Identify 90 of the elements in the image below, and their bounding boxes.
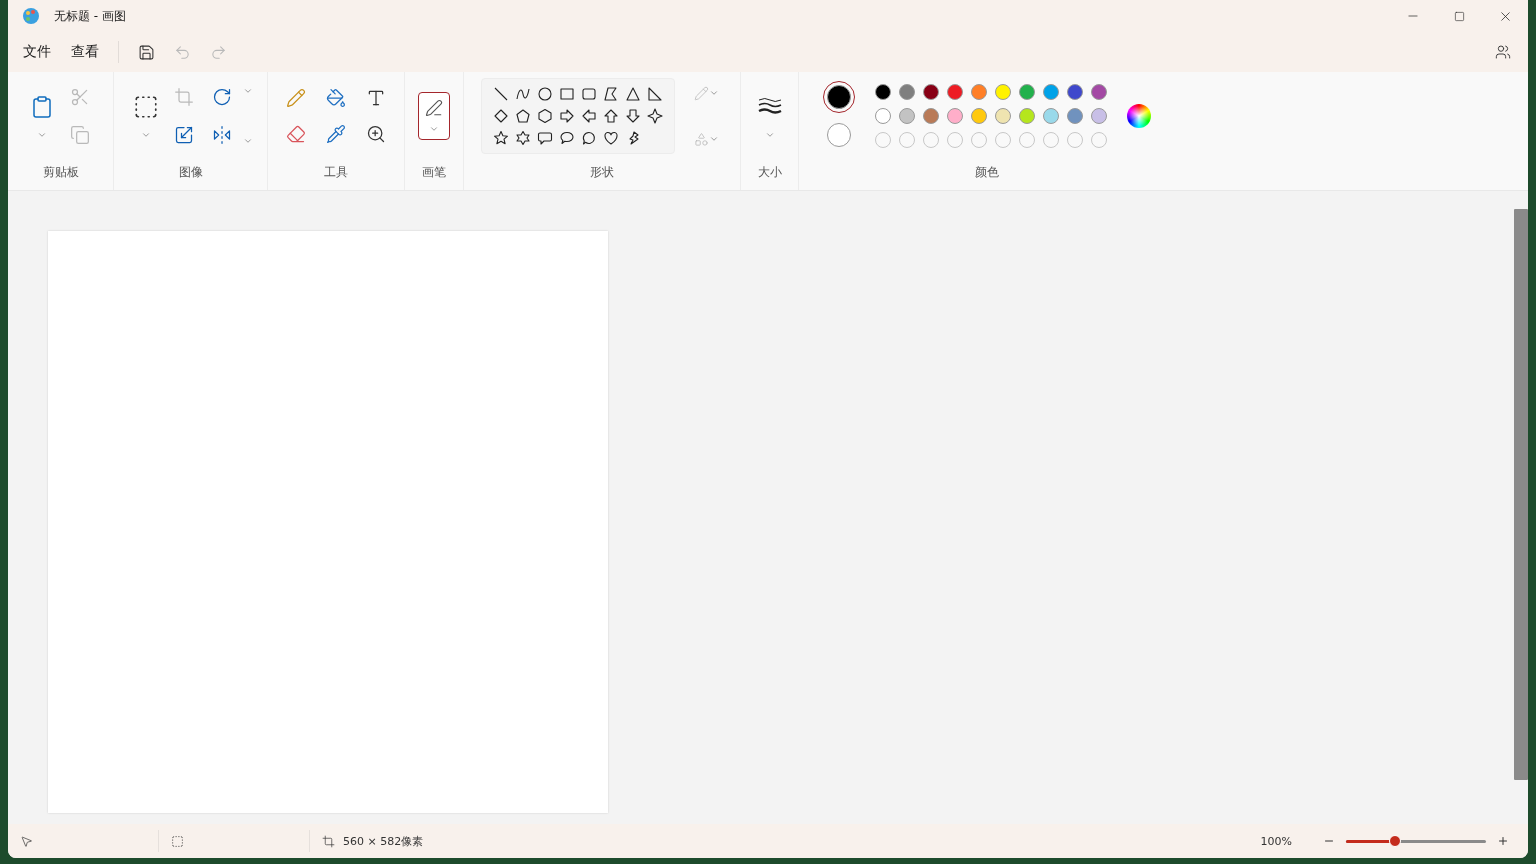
color-swatch[interactable] xyxy=(947,84,963,100)
outline-icon xyxy=(693,85,709,101)
color-swatch[interactable] xyxy=(923,84,939,100)
scrollbar[interactable] xyxy=(1514,209,1528,780)
brush-button[interactable] xyxy=(418,92,450,140)
copy-icon xyxy=(69,125,90,145)
caret-icon xyxy=(708,88,719,98)
rounded-callout-icon xyxy=(537,130,553,146)
palette-icon xyxy=(22,7,40,25)
brush-icon xyxy=(425,98,443,117)
group-label: 画笔 xyxy=(422,164,446,181)
plus-icon xyxy=(1497,835,1509,847)
group-label: 工具 xyxy=(324,164,348,181)
color-swatch[interactable] xyxy=(1043,108,1059,124)
caret-icon xyxy=(242,136,253,146)
canvas-size-icon xyxy=(322,834,335,848)
pentagon-icon xyxy=(515,108,531,124)
triangle-icon xyxy=(625,86,641,102)
cloud-callout-icon xyxy=(581,130,597,146)
color-swatch[interactable] xyxy=(1067,108,1083,124)
zoom-slider-thumb[interactable] xyxy=(1389,834,1401,847)
caret-icon xyxy=(242,86,253,96)
six-point-star-icon xyxy=(515,130,531,146)
resize-icon xyxy=(173,125,194,145)
color-swatch[interactable] xyxy=(1067,84,1083,100)
color-swatch[interactable] xyxy=(995,84,1011,100)
scissors-icon xyxy=(69,87,90,107)
hexagon-icon xyxy=(537,108,553,124)
caret-icon xyxy=(140,130,151,140)
caret-icon xyxy=(708,134,719,144)
flip-icon xyxy=(211,125,232,145)
eraser-icon xyxy=(286,124,306,144)
people-icon xyxy=(1495,44,1511,60)
group-label: 大小 xyxy=(757,164,782,181)
group-label: 图像 xyxy=(178,164,203,181)
menu-item[interactable]: 文件 xyxy=(14,37,60,67)
cursor-icon xyxy=(20,834,33,848)
menu-item[interactable]: 查看 xyxy=(62,37,108,67)
color-picker-button[interactable] xyxy=(1127,104,1151,128)
caret-icon xyxy=(36,130,47,140)
color-swatch[interactable] xyxy=(947,108,963,124)
window-title: 无标题 - 画图 xyxy=(54,7,127,25)
color-swatch[interactable] xyxy=(1019,84,1035,100)
color-swatch[interactable] xyxy=(899,108,915,124)
color-swatch[interactable] xyxy=(875,108,891,124)
five-point-star-icon xyxy=(493,130,509,146)
left-arrow-icon xyxy=(581,108,597,124)
curve-icon xyxy=(515,86,531,102)
redo-icon xyxy=(209,43,227,61)
paint-bucket-icon xyxy=(326,88,346,108)
color-swatch[interactable] xyxy=(1043,84,1059,100)
diamond-icon xyxy=(493,108,509,124)
zoom-in-icon xyxy=(366,124,386,144)
canvas-size: 560 × 582像素 xyxy=(343,833,424,849)
maximize-icon xyxy=(1453,10,1465,22)
color-swatch[interactable] xyxy=(923,108,939,124)
line-widths-icon xyxy=(757,97,782,117)
text-icon xyxy=(366,88,386,108)
color-swatch[interactable] xyxy=(971,108,987,124)
undo-icon xyxy=(173,43,191,61)
oval-callout-icon xyxy=(559,130,575,146)
color-swatch[interactable] xyxy=(1019,108,1035,124)
dashed-square-icon xyxy=(132,94,159,120)
group-label: 颜色 xyxy=(975,164,999,181)
line-icon xyxy=(493,86,509,102)
four-point-star-icon xyxy=(647,108,663,124)
caret-icon xyxy=(764,130,775,140)
color-swatch[interactable] xyxy=(995,108,1011,124)
color-swatch[interactable] xyxy=(875,84,891,100)
rectangle-icon xyxy=(559,86,575,102)
right-arrow-icon xyxy=(559,108,575,124)
right-triangle-icon xyxy=(647,86,663,102)
group-label: 形状 xyxy=(590,164,614,181)
zoom-level: 100% xyxy=(1260,834,1292,848)
color-swatch[interactable] xyxy=(899,84,915,100)
save-icon xyxy=(137,43,155,61)
crop-icon xyxy=(173,87,194,107)
up-arrow-icon xyxy=(603,108,619,124)
group-label: 剪贴板 xyxy=(42,164,79,181)
fill-icon xyxy=(693,131,709,147)
rotate-icon xyxy=(211,87,232,107)
heart-icon xyxy=(603,130,619,146)
pencil-icon xyxy=(286,88,306,108)
eyedropper-icon xyxy=(326,124,346,144)
color-swatch[interactable] xyxy=(1091,108,1107,124)
down-arrow-icon xyxy=(625,108,641,124)
selection-icon xyxy=(171,834,184,848)
color-swatch[interactable] xyxy=(971,84,987,100)
polygon-icon xyxy=(603,86,619,102)
color-swatch[interactable] xyxy=(1091,84,1107,100)
